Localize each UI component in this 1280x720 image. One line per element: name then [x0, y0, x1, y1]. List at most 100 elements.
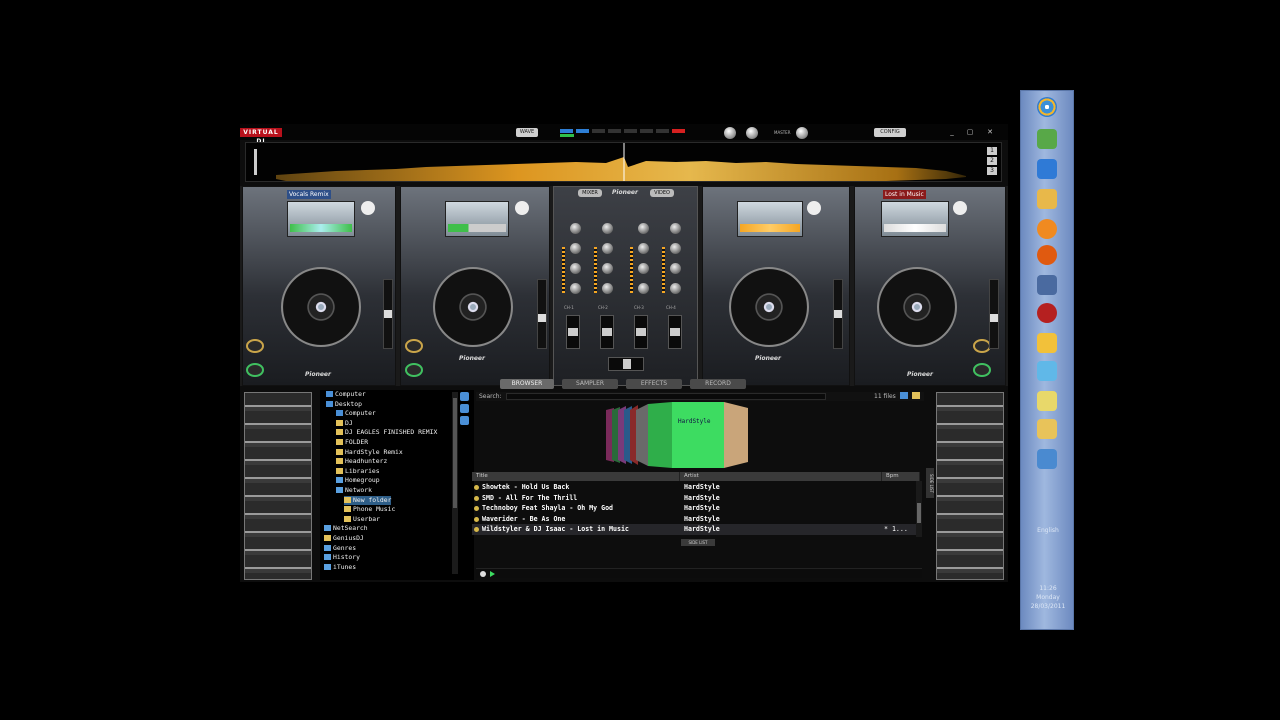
- side-list-button[interactable]: SIDE LIST: [681, 539, 715, 546]
- sticky-notes-icon[interactable]: [1037, 391, 1057, 411]
- minimize-button[interactable]: _: [946, 127, 958, 137]
- deck3-color-chip[interactable]: [592, 129, 605, 133]
- tree-item-folder[interactable]: FOLDER: [336, 438, 368, 447]
- track-table-scrollbar[interactable]: [916, 481, 922, 537]
- deck1-color-chip[interactable]: [560, 129, 573, 133]
- folder-tree-scrollbar[interactable]: [452, 392, 458, 574]
- ch4-volume-fader[interactable]: [668, 315, 682, 349]
- ch1-high-knob[interactable]: [570, 243, 581, 254]
- ch1-mid-knob[interactable]: [570, 263, 581, 274]
- deck2-play-button[interactable]: [405, 363, 423, 377]
- deck1-jog-wheel[interactable]: [281, 267, 361, 347]
- tree-item-hardstyle-remix[interactable]: HardStyle Remix: [336, 448, 403, 457]
- messenger-icon[interactable]: [1037, 333, 1057, 353]
- wave-button[interactable]: WAVE: [516, 128, 538, 137]
- deck3-key-knob[interactable]: [807, 201, 821, 215]
- deck1-play-button[interactable]: [246, 363, 264, 377]
- ch4-mid-knob[interactable]: [670, 263, 681, 274]
- ch1-volume-fader[interactable]: [566, 315, 580, 349]
- tree-item-genres[interactable]: Genres: [324, 544, 356, 553]
- headphone-volume-knob[interactable]: [724, 127, 736, 139]
- tree-item-computer[interactable]: Computer: [326, 390, 366, 399]
- column-header-title[interactable]: Title: [472, 472, 680, 481]
- tools-icon[interactable]: [1037, 419, 1057, 439]
- fx-chip-3[interactable]: [656, 129, 669, 133]
- side-folder-icon[interactable]: [460, 404, 469, 413]
- ch3-low-knob[interactable]: [638, 283, 649, 294]
- tree-item-geniusdj[interactable]: GeniusDJ: [324, 534, 364, 543]
- wave-zoom-2[interactable]: 2: [987, 157, 997, 165]
- deck3-jog-wheel[interactable]: [729, 267, 809, 347]
- tab-effects[interactable]: EFFECTS: [626, 379, 682, 389]
- tree-item-new-folder[interactable]: New folder: [344, 495, 392, 505]
- deck4-pitch-slider[interactable]: [989, 279, 999, 349]
- table-row[interactable]: Showtek - Hold Us Back HardStyle: [472, 482, 920, 493]
- tree-item-userbar[interactable]: Userbar: [344, 515, 380, 524]
- tab-sampler[interactable]: SAMPLER: [562, 379, 618, 389]
- deck2-color-chip[interactable]: [576, 129, 589, 133]
- search-options-icon[interactable]: [480, 571, 486, 577]
- deck3-pitch-slider[interactable]: [833, 279, 843, 349]
- deck1-cue-button[interactable]: [246, 339, 264, 353]
- tree-item-itunes[interactable]: iTunes: [324, 563, 356, 572]
- tree-item-libraries[interactable]: Libraries: [336, 467, 380, 476]
- fx-chip-1[interactable]: [624, 129, 637, 133]
- side-computer-icon[interactable]: [460, 392, 469, 401]
- ch2-volume-fader[interactable]: [600, 315, 614, 349]
- deck2-jog-wheel[interactable]: [433, 267, 513, 347]
- display-icon[interactable]: [1037, 449, 1057, 469]
- tree-item-headhunterz[interactable]: Headhunterz: [336, 457, 387, 466]
- tree-item-dj[interactable]: DJ: [336, 419, 353, 428]
- tab-browser[interactable]: BROWSER: [500, 379, 554, 389]
- waveform-overview[interactable]: 1 2 3: [245, 142, 1002, 182]
- ch1-low-knob[interactable]: [570, 283, 581, 294]
- maximize-button[interactable]: ▢: [964, 127, 976, 137]
- table-row[interactable]: SMD - All For The Thrill HardStyle: [472, 493, 920, 504]
- deck1-pitch-slider[interactable]: [383, 279, 393, 349]
- search-input[interactable]: [506, 393, 826, 400]
- ch2-low-knob[interactable]: [602, 283, 613, 294]
- tree-item-netsearch[interactable]: NetSearch: [324, 524, 368, 533]
- side-favorite-icon[interactable]: [460, 416, 469, 425]
- crossfader[interactable]: [608, 357, 644, 371]
- ch2-gain-knob[interactable]: [602, 223, 613, 234]
- deck2-key-knob[interactable]: [515, 201, 529, 215]
- tree-item-desktop[interactable]: Desktop: [326, 400, 362, 409]
- file-explorer-icon[interactable]: [1037, 189, 1057, 209]
- ch2-mid-knob[interactable]: [602, 263, 613, 274]
- table-row[interactable]: Technoboy Feat Shayla - Oh My God HardSt…: [472, 503, 920, 514]
- deck4-jog-wheel[interactable]: [877, 267, 957, 347]
- deck2-cue-button[interactable]: [405, 339, 423, 353]
- media-player-icon[interactable]: [1037, 219, 1057, 239]
- fx-chip-2[interactable]: [640, 129, 653, 133]
- deck4-play-button[interactable]: [973, 363, 991, 377]
- deck4-key-knob[interactable]: [953, 201, 967, 215]
- ch3-high-knob[interactable]: [638, 243, 649, 254]
- tree-item-phone-music[interactable]: Phone Music: [344, 505, 395, 514]
- ch4-high-knob[interactable]: [670, 243, 681, 254]
- network-share-icon[interactable]: [1037, 361, 1057, 381]
- ch4-gain-knob[interactable]: [670, 223, 681, 234]
- deck1-key-knob[interactable]: [361, 201, 375, 215]
- internet-explorer-icon[interactable]: [1037, 159, 1057, 179]
- ch1-gain-knob[interactable]: [570, 223, 581, 234]
- ch3-gain-knob[interactable]: [638, 223, 649, 234]
- column-header-bpm[interactable]: Bpm: [882, 472, 920, 481]
- tree-item-history[interactable]: History: [324, 553, 360, 562]
- ch3-mid-knob[interactable]: [638, 263, 649, 274]
- video-tab[interactable]: VIDEO: [650, 189, 674, 197]
- spreadsheet-app-icon[interactable]: [1037, 129, 1057, 149]
- play-preview-icon[interactable]: [490, 571, 495, 577]
- deck2-pitch-slider[interactable]: [537, 279, 547, 349]
- tree-item-computer-2[interactable]: Computer: [336, 409, 376, 418]
- coverflow[interactable]: HardStyle: [602, 402, 754, 474]
- ch2-high-knob[interactable]: [602, 243, 613, 254]
- deck4-color-chip[interactable]: [608, 129, 621, 133]
- view-options-icon[interactable]: [900, 392, 908, 399]
- master-volume-knob[interactable]: [796, 127, 808, 139]
- ch4-low-knob[interactable]: [670, 283, 681, 294]
- headphone-mix-knob[interactable]: [746, 127, 758, 139]
- ch3-volume-fader[interactable]: [634, 315, 648, 349]
- tab-record[interactable]: RECORD: [690, 379, 746, 389]
- mixer-settings-icon[interactable]: [1037, 275, 1057, 295]
